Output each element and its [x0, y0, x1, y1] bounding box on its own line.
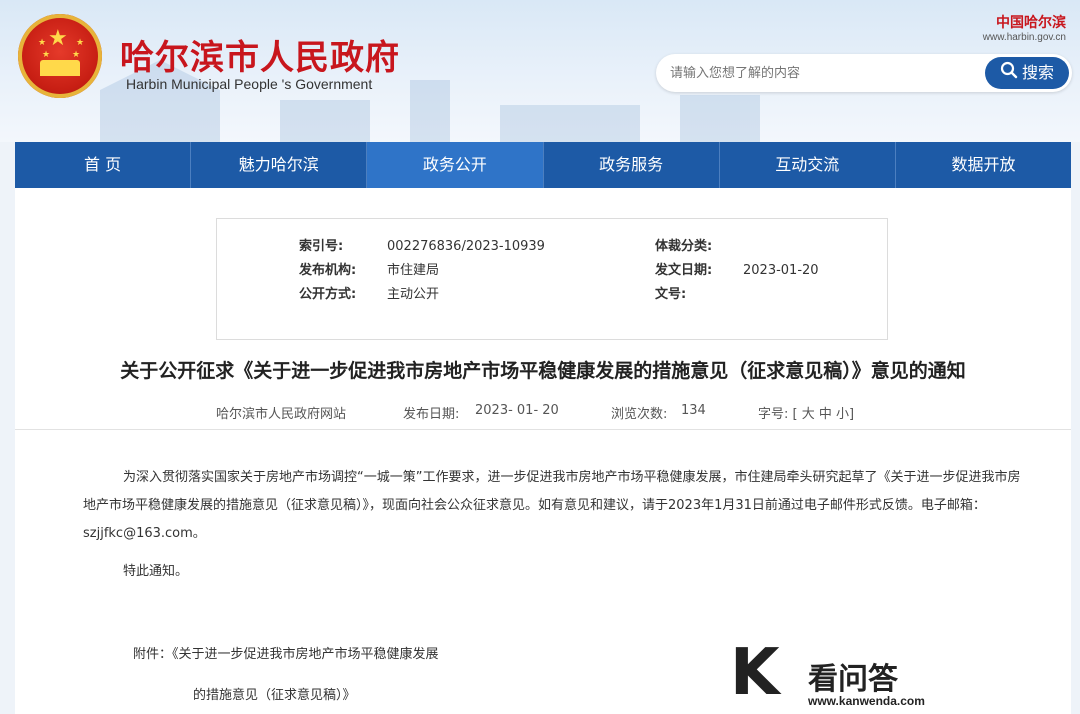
- meta-doc-no: 文号:: [655, 287, 687, 302]
- meta-genre: 体裁分类:: [655, 239, 713, 254]
- attachment-link-continued[interactable]: 的措施意见（征求意见稿）》: [193, 684, 356, 703]
- search-icon: [1000, 58, 1018, 90]
- article-title: 关于公开征求《关于进一步促进我市房地产市场平稳健康发展的措施意见（征求意见稿）》…: [120, 360, 966, 382]
- meta-publisher: 发布机构: 市住建局: [299, 263, 440, 278]
- article-body: 为深入贯彻落实国家关于房地产市场调控“一城一策”工作要求，进一步促进我市房地产市…: [83, 470, 1021, 541]
- search-button-label: 搜索: [1021, 63, 1054, 82]
- article-container: 索引号: 002276836/2023-10939 发布机构: 市住建局 公开方式:…: [15, 188, 1071, 714]
- nav-item-charm-harbin[interactable]: 魅力哈尔滨: [191, 142, 368, 188]
- views-count: 134: [681, 403, 706, 418]
- article-source: 哈尔滨市人民政府网站: [216, 407, 347, 422]
- nav-item-gov-affairs[interactable]: 政务公开: [367, 142, 544, 188]
- national-emblem-icon: ★ ★ ★ ★ ★: [18, 14, 102, 98]
- views-label: 浏览次数:: [611, 407, 668, 422]
- nav-item-open-data[interactable]: 数据开放: [896, 142, 1071, 188]
- meta-method: 公开方式: 主动公开: [299, 287, 440, 302]
- document-meta: 索引号: 002276836/2023-10939 发布机构: 市住建局 公开方式:…: [216, 218, 888, 340]
- search-button[interactable]: 搜索: [985, 57, 1069, 89]
- nav-item-home[interactable]: 首 页: [15, 142, 192, 188]
- search-input[interactable]: [670, 63, 970, 83]
- main-nav: 首 页 魅力哈尔滨 政务公开 政务服务 互动交流 数据开放: [15, 142, 1071, 188]
- site-subtitle: Harbin Municipal People 's Government: [126, 76, 373, 92]
- publish-date-label: 发布日期:: [403, 407, 460, 422]
- brand-name: 中国哈尔滨: [996, 15, 1066, 31]
- article-info-bar: 哈尔滨市人民政府网站 发布日期: 2023- 01- 20 浏览次数: 134 …: [15, 403, 1071, 430]
- meta-date: 发文日期: 2023-01-20: [655, 263, 819, 278]
- site-title[interactable]: 哈尔滨市人民政府: [120, 30, 400, 79]
- site-header: ★ ★ ★ ★ ★ 哈尔滨市人民政府 Harbin Municipal Peop…: [0, 0, 1080, 142]
- watermark-text: 看问答: [808, 662, 898, 697]
- watermark-logo: K 看问答 www.kanwenda.com: [730, 638, 1070, 714]
- search-box: 搜索: [656, 54, 1072, 92]
- brand-logo[interactable]: 中国哈尔滨 www.harbin.gov.cn: [983, 12, 1066, 43]
- watermark-url: www.kanwenda.com: [808, 694, 925, 708]
- watermark-k-icon: K: [730, 636, 780, 710]
- attachment-link[interactable]: 附件：《关于进一步促进我市房地产市场平稳健康发展: [133, 643, 439, 662]
- font-size-switcher[interactable]: 字号: [ 大 中 小]: [758, 403, 854, 422]
- article-closing: 特此通知。: [123, 564, 189, 579]
- nav-item-interaction[interactable]: 互动交流: [720, 142, 896, 188]
- nav-item-gov-services[interactable]: 政务服务: [544, 142, 720, 188]
- meta-index-no: 索引号: 002276836/2023-10939: [299, 239, 545, 254]
- brand-url: www.harbin.gov.cn: [982, 32, 1066, 43]
- publish-date: 2023- 01- 20: [475, 403, 559, 418]
